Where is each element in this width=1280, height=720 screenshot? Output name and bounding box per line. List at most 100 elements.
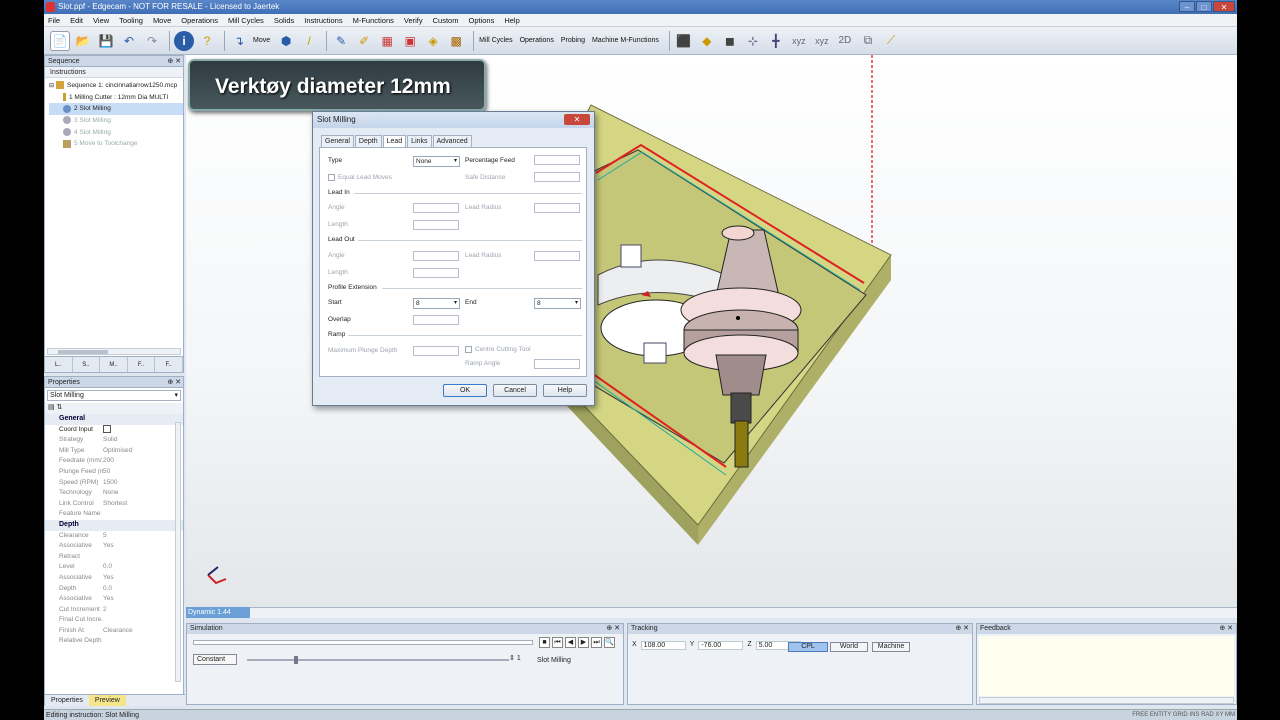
- centre-cutting-checkbox[interactable]: [465, 346, 472, 353]
- prop-row[interactable]: Strategy Solid: [45, 435, 183, 446]
- menu-move[interactable]: Move: [153, 16, 171, 25]
- machine-button[interactable]: Machine: [872, 642, 910, 652]
- move-menu[interactable]: Move: [253, 37, 270, 44]
- collapse-icon[interactable]: ⊟: [49, 83, 54, 89]
- menu-tooling[interactable]: Tooling: [119, 16, 143, 25]
- machine-mfunctions-menu[interactable]: Machine M-Functions: [592, 37, 659, 44]
- workpiece-icon[interactable]: ⬢: [276, 31, 296, 51]
- snap-icon[interactable]: ⟋: [881, 31, 901, 51]
- lead-out-length-input[interactable]: [413, 268, 459, 278]
- minimize-button[interactable]: –: [1179, 1, 1195, 12]
- prop-row[interactable]: Cut Increment 2: [45, 605, 183, 616]
- tree-item-milling-cutter[interactable]: 1 Milling Cutter : 12mm Dia MULTI: [49, 92, 183, 104]
- properties-selector[interactable]: Slot Milling: [47, 390, 181, 401]
- prop-row[interactable]: Clearance 5: [45, 531, 183, 542]
- group-depth[interactable]: Depth: [45, 519, 183, 531]
- tree-item-move-toolchange[interactable]: 5 Move to Toolchange: [49, 138, 183, 150]
- cancel-button[interactable]: Cancel: [493, 384, 537, 397]
- rewind-icon[interactable]: ⏮: [552, 637, 563, 648]
- xyz-plus-icon[interactable]: xyz: [812, 31, 832, 51]
- prop-row[interactable]: Link Control Shortest: [45, 499, 183, 510]
- menu-help[interactable]: Help: [504, 16, 519, 25]
- forward-icon[interactable]: ⏭: [591, 637, 602, 648]
- feedback-area[interactable]: [979, 636, 1234, 696]
- lead-out-angle-input[interactable]: [413, 251, 459, 261]
- prop-row[interactable]: Depth 0.0: [45, 584, 183, 595]
- speed-thumb[interactable]: [294, 656, 298, 664]
- tab-m[interactable]: M..: [100, 357, 128, 372]
- safe-distance-input[interactable]: [534, 172, 580, 182]
- tab-f1[interactable]: F..: [128, 357, 156, 372]
- coord-input-button[interactable]: [103, 424, 111, 433]
- ramp-angle-input[interactable]: [534, 359, 580, 369]
- counter-spinner[interactable]: ⇕ 1: [509, 654, 521, 662]
- ok-button[interactable]: OK: [443, 384, 487, 397]
- lead-out-radius-input[interactable]: [534, 251, 580, 261]
- feature-icon[interactable]: ▩: [446, 31, 466, 51]
- panel-pin-close-icon[interactable]: ⊕ ✕: [606, 624, 620, 634]
- menu-solids[interactable]: Solids: [274, 16, 294, 25]
- play-icon[interactable]: ▶: [578, 637, 589, 648]
- lead-in-radius-input[interactable]: [534, 203, 580, 213]
- tab-advanced[interactable]: Advanced: [432, 135, 472, 147]
- spinner-arrows-icon[interactable]: ⇕: [509, 655, 515, 662]
- sort-icons[interactable]: ▤ ⇅: [45, 403, 183, 414]
- constant-mode-button[interactable]: Constant: [193, 654, 237, 665]
- equal-lead-checkbox[interactable]: [328, 174, 335, 181]
- prop-row[interactable]: Final Cut Incre...: [45, 615, 183, 626]
- prop-row[interactable]: Feature Name: [45, 509, 183, 520]
- menu-m-functions[interactable]: M-Functions: [353, 16, 394, 25]
- percentage-feed-input[interactable]: [534, 155, 580, 165]
- start-dropdown[interactable]: 8: [413, 298, 460, 309]
- tab-properties[interactable]: Properties: [45, 695, 89, 706]
- tab-lead[interactable]: Lead: [382, 135, 407, 147]
- render-icon[interactable]: ◼: [720, 31, 740, 51]
- tab-links[interactable]: Links: [407, 135, 432, 147]
- dialog-close-button[interactable]: ✕: [564, 114, 590, 125]
- highlight-icon[interactable]: ◆: [697, 31, 717, 51]
- prop-row[interactable]: Speed (RPM) 1500: [45, 478, 183, 489]
- menu-file[interactable]: File: [48, 16, 60, 25]
- tab-depth[interactable]: Depth: [354, 135, 382, 147]
- prop-row[interactable]: Coord Input: [45, 424, 183, 436]
- layers-icon[interactable]: ⧉: [858, 31, 878, 51]
- lead-in-length-input[interactable]: [413, 220, 459, 230]
- panel-pin-close-icon[interactable]: ⊕ ✕: [955, 624, 969, 634]
- prop-row[interactable]: Feedrate (mm/... 200: [45, 456, 183, 467]
- xyz-icon[interactable]: xyz: [789, 31, 809, 51]
- menu-edit[interactable]: Edit: [70, 16, 83, 25]
- lead-in-angle-input[interactable]: [413, 203, 459, 213]
- move-icon[interactable]: ↴: [229, 31, 249, 51]
- type-dropdown[interactable]: None: [413, 156, 460, 167]
- overlap-input[interactable]: [413, 315, 459, 325]
- prop-row[interactable]: Associative Yes: [45, 594, 183, 605]
- prop-row[interactable]: Finish At Clearance: [45, 626, 183, 637]
- undo-icon[interactable]: ↶: [119, 31, 139, 51]
- max-plunge-input[interactable]: [413, 346, 459, 356]
- mill-cycles-menu[interactable]: Mill Cycles: [479, 37, 512, 44]
- tool-icon[interactable]: /: [299, 31, 319, 51]
- tab-s[interactable]: S..: [73, 357, 101, 372]
- maximize-button[interactable]: □: [1196, 1, 1212, 12]
- menu-options[interactable]: Options: [468, 16, 494, 25]
- properties-vscrollbar[interactable]: [175, 422, 181, 682]
- step-back-icon[interactable]: ◀: [565, 637, 576, 648]
- feedback-hscrollbar[interactable]: [979, 697, 1234, 704]
- sequence-hscrollbar[interactable]: [47, 348, 181, 355]
- prop-row[interactable]: Mill Type Optimised: [45, 446, 183, 457]
- world-button[interactable]: World: [830, 642, 868, 652]
- edit-icon[interactable]: ✐: [354, 31, 374, 51]
- tree-item-sequence[interactable]: ⊟ Sequence 1: cincinnatiarrow1250.mcp: [49, 80, 183, 92]
- save-icon[interactable]: 💾: [96, 31, 116, 51]
- cube-view-icon[interactable]: ⬛: [674, 31, 694, 51]
- tree-item-slot-milling-4[interactable]: 4 Slot Milling: [49, 127, 183, 139]
- pen-icon[interactable]: ✎: [331, 31, 351, 51]
- new-file-icon[interactable]: 📄: [50, 30, 70, 51]
- help-button[interactable]: Help: [543, 384, 587, 397]
- prop-row[interactable]: Level 0.0: [45, 562, 183, 573]
- menu-verify[interactable]: Verify: [404, 16, 423, 25]
- end-dropdown[interactable]: 8: [534, 298, 581, 309]
- tab-l[interactable]: L..: [45, 357, 73, 372]
- cpl-button[interactable]: CPL: [788, 642, 828, 652]
- axis-icon[interactable]: ⊹: [743, 31, 763, 51]
